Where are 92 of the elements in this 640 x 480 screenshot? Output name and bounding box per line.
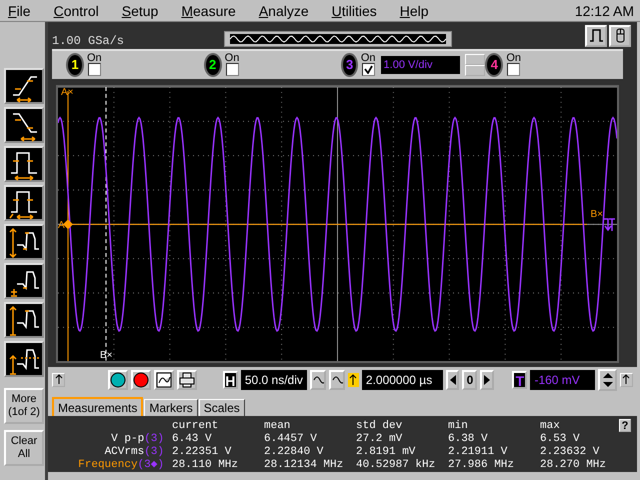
scale-field[interactable]: 1.00 V/div <box>380 56 460 74</box>
table-cell: 27.2 mV <box>356 433 402 446</box>
left-button[interactable] <box>446 370 460 390</box>
column-header: min <box>448 420 468 433</box>
measure-tool-button[interactable] <box>4 107 44 143</box>
print-button[interactable] <box>176 370 197 390</box>
menu-item[interactable]: Setup <box>114 2 158 18</box>
checkbox-label: On <box>506 53 522 64</box>
marker-label: A× <box>61 86 74 98</box>
menu-item[interactable]: Control <box>46 2 99 18</box>
menu-item[interactable]: Utilities <box>324 2 377 18</box>
measure-tool-button[interactable] <box>4 263 44 299</box>
menu-item[interactable]: Analyze <box>250 2 309 18</box>
scroll-button[interactable] <box>620 372 633 387</box>
fine-button[interactable] <box>310 370 326 390</box>
menu-item[interactable]: Help <box>392 2 429 18</box>
marker-label: B× <box>590 208 603 220</box>
column-header: current <box>172 420 218 433</box>
table-cell: 28.12134 MHz <box>264 459 344 472</box>
table-cell: 28.270 MHz <box>540 459 606 472</box>
coarse-button[interactable] <box>328 370 345 390</box>
pulse-icon <box>588 27 604 44</box>
spin-arrows-icon <box>602 372 614 388</box>
trigger-button[interactable]: T <box>512 370 528 389</box>
checkbox-label: On <box>224 53 240 64</box>
table-cell: 2.22840 V <box>264 446 324 459</box>
table-cell: 6.43 V <box>172 433 212 446</box>
channel-checkbox[interactable] <box>362 63 375 76</box>
measure-tool-button[interactable] <box>4 146 44 182</box>
trigger-level-field[interactable]: -160 mV <box>530 370 596 390</box>
table-cell: 40.52987 kHz <box>356 459 436 472</box>
table-cell: 2.8191 mV <box>356 446 416 459</box>
zero-button[interactable]: 0 <box>462 370 478 390</box>
measure-tool-button[interactable] <box>4 224 44 260</box>
checkbox-label: On <box>87 53 102 64</box>
printer-icon <box>178 372 195 388</box>
horizontal-button[interactable]: H <box>222 370 238 389</box>
waveform-measure-icon <box>7 225 41 259</box>
delay-field[interactable]: 2.000000 µs <box>362 370 444 390</box>
autoscale-button[interactable] <box>154 370 174 390</box>
up-arrow-icon <box>54 374 64 386</box>
menu-item[interactable]: File <box>0 2 31 18</box>
table-cell: 6.53 V <box>540 433 580 446</box>
measure-tool-button[interactable] <box>4 341 44 377</box>
measurement-label: Frequency(3◆) <box>77 459 165 472</box>
side-button[interactable]: Clear All <box>4 430 44 466</box>
table-cell: 6.38 V <box>448 433 488 446</box>
waveform-measure-icon <box>7 303 41 337</box>
table-cell: 2.21911 V <box>448 446 508 459</box>
pulse-button[interactable] <box>585 24 607 47</box>
table-cell: 6.4457 V <box>264 433 317 446</box>
run-icon <box>110 372 126 388</box>
time-scale-field[interactable]: 50.0 ns/div <box>240 370 307 390</box>
up-arrow-icon <box>621 374 632 386</box>
column-header: mean <box>264 420 290 433</box>
stop-button[interactable] <box>130 370 151 390</box>
tab[interactable]: Measurements <box>52 397 144 416</box>
sample-rate: 1.00 GSa/s <box>52 34 124 48</box>
table-cell: 27.986 MHz <box>448 459 514 472</box>
autoscale-icon <box>156 372 172 388</box>
tab[interactable]: Scales <box>198 399 245 416</box>
diamond-icon <box>63 218 73 229</box>
measure-tool-button[interactable] <box>4 68 44 104</box>
scroll-button[interactable] <box>52 372 65 387</box>
spin-button[interactable] <box>598 368 617 391</box>
tab[interactable]: Markers <box>144 399 198 416</box>
table-cell: 2.22351 V <box>172 446 232 459</box>
channel-checkbox[interactable] <box>507 63 520 76</box>
menu-item[interactable]: Measure <box>173 2 236 18</box>
right-button[interactable] <box>480 370 494 390</box>
column-header: max <box>540 420 560 433</box>
side-button[interactable]: More (1of 2) <box>4 388 44 424</box>
mouse-button[interactable] <box>609 24 631 47</box>
table-cell: 28.110 MHz <box>172 459 238 472</box>
column-header: std dev <box>356 420 402 433</box>
clock: 12:12 AM <box>574 2 634 18</box>
help-button[interactable]: ? <box>619 419 631 432</box>
channel-checkbox[interactable] <box>226 63 239 76</box>
run-button[interactable] <box>108 370 128 390</box>
table-cell: 2.23632 V <box>540 446 600 459</box>
left-arrow-icon <box>448 374 457 386</box>
marker-label: B× <box>100 350 113 362</box>
sine-wave-icon <box>230 34 446 44</box>
checkbox-label: On <box>360 53 376 64</box>
measurement-label: V p-p(3) <box>110 433 165 446</box>
time-reference-icon <box>348 372 359 387</box>
stop-icon <box>132 372 149 388</box>
measurement-label: ACVrms(3) <box>104 446 165 459</box>
channel-checkbox[interactable] <box>88 63 101 76</box>
measure-tool-button[interactable] <box>4 302 44 338</box>
measure-tool-button[interactable] <box>4 185 44 221</box>
right-arrow-icon <box>483 374 492 386</box>
